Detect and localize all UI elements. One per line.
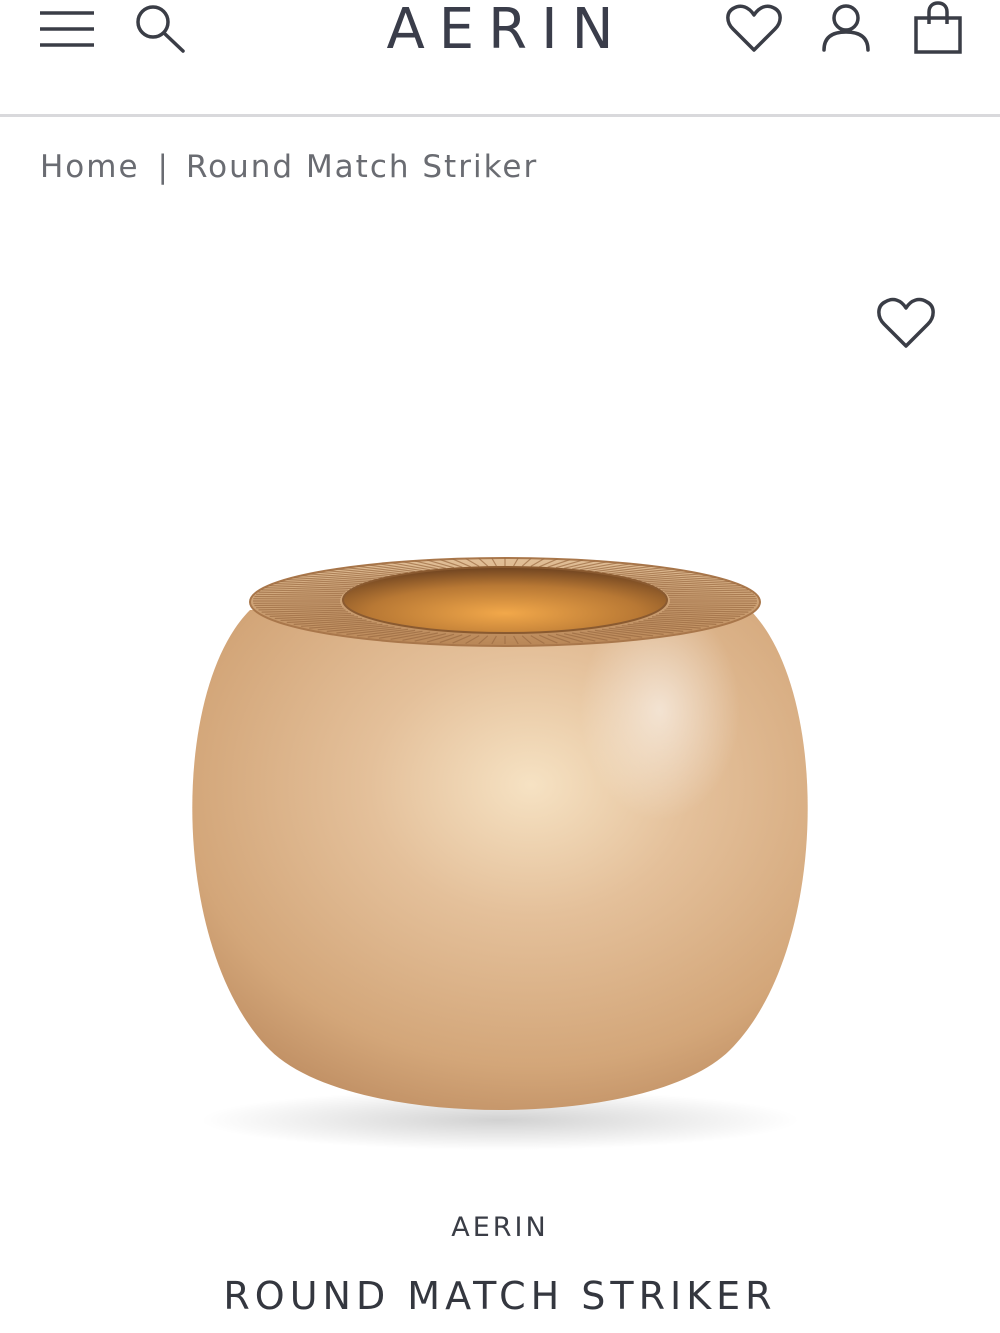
account-button[interactable] xyxy=(818,2,874,54)
user-icon xyxy=(818,2,874,54)
heart-icon xyxy=(876,296,936,352)
site-header: AERIN xyxy=(0,0,1000,117)
cart-button[interactable] xyxy=(910,0,966,56)
site-logo[interactable]: AERIN xyxy=(360,0,640,60)
search-icon xyxy=(132,2,188,54)
rim-rib xyxy=(669,595,756,598)
rim-rib xyxy=(669,604,756,607)
menu-button[interactable] xyxy=(38,8,96,50)
product-image[interactable] xyxy=(150,520,850,1160)
hamburger-menu-icon xyxy=(38,8,96,50)
add-to-wishlist-button[interactable] xyxy=(876,296,936,352)
rim-rib xyxy=(254,595,341,598)
product-brand: AERIN xyxy=(451,1212,549,1243)
search-button[interactable] xyxy=(132,2,188,54)
rim-rib xyxy=(254,604,341,607)
rim-rib xyxy=(253,602,341,604)
rim-rib xyxy=(669,598,757,600)
wishlist-nav-button[interactable] xyxy=(726,4,782,54)
shopping-bag-icon xyxy=(910,0,966,56)
heart-icon xyxy=(726,4,782,54)
match-striker-illustration xyxy=(192,557,808,1150)
breadcrumb: Home | Round Match Striker xyxy=(40,144,538,190)
rim-rib xyxy=(253,598,341,600)
breadcrumb-separator: | xyxy=(157,149,170,185)
breadcrumb-current: Round Match Striker xyxy=(186,149,539,185)
rim-rib xyxy=(669,602,757,604)
breadcrumb-home-link[interactable]: Home xyxy=(40,149,140,185)
product-title: ROUND MATCH STRIKER xyxy=(223,1274,777,1318)
